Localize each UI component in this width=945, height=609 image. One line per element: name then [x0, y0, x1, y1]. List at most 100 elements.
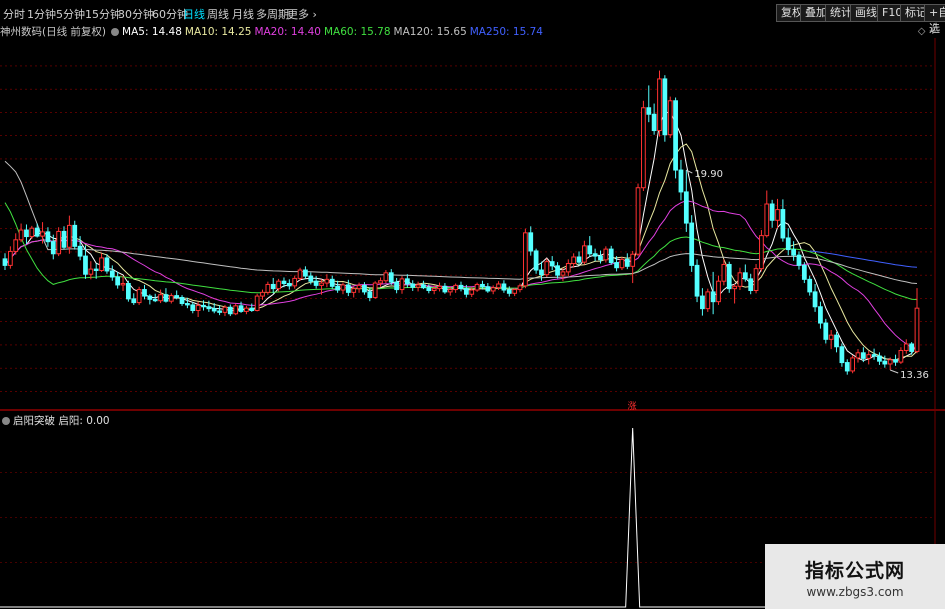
candle-body	[147, 295, 153, 300]
candle-body	[99, 257, 104, 272]
candle-body	[335, 285, 340, 291]
candle-body	[818, 306, 823, 324]
candle-body	[689, 222, 695, 266]
candle-body	[726, 263, 732, 290]
candle-body	[780, 209, 786, 239]
indicator-title: 启阳突破	[13, 415, 55, 427]
candle-body	[657, 78, 662, 132]
candle-body	[367, 291, 373, 298]
candle-body	[415, 284, 421, 288]
candle-body	[276, 280, 281, 290]
candle-body	[388, 272, 394, 283]
candle-body	[909, 343, 915, 352]
candle-body	[571, 256, 577, 265]
candle-body	[168, 295, 174, 302]
candle-body	[77, 245, 83, 257]
candle-body	[598, 255, 603, 261]
candle-body	[158, 294, 163, 302]
candle-body	[887, 359, 893, 365]
candle-body	[839, 346, 845, 364]
candle-body	[721, 263, 727, 282]
indicator-settings-icon[interactable]	[2, 417, 10, 425]
candle-body	[383, 272, 389, 282]
candle-body	[109, 270, 115, 278]
candle-body	[490, 287, 496, 292]
candle-body	[29, 227, 35, 238]
candle-body	[651, 113, 657, 132]
candle-body	[834, 334, 839, 348]
candle-body	[88, 268, 94, 275]
candle-body	[844, 362, 850, 372]
candle-body	[576, 256, 582, 263]
candle-body	[592, 253, 598, 257]
candle-body	[2, 258, 8, 266]
watermark-url: www.zbgs3.com	[806, 585, 904, 599]
candle-body	[18, 229, 24, 241]
candle-body	[662, 78, 668, 136]
candle-body	[217, 310, 222, 313]
candle-body	[142, 289, 147, 297]
candle-body	[163, 294, 169, 302]
candle-body	[732, 285, 737, 290]
candle-body	[673, 100, 678, 171]
candle-body	[431, 288, 437, 291]
candle-body	[506, 289, 512, 294]
indicator-info-bar: 启阳突破 启阳: 0.00	[0, 413, 110, 427]
candle-body	[549, 261, 555, 267]
candle-body	[480, 283, 485, 288]
candle-body	[512, 289, 518, 294]
candle-body	[351, 288, 357, 293]
candle-body	[83, 255, 88, 275]
candle-body	[463, 288, 469, 295]
candle-body	[426, 287, 432, 291]
marker-label: 涨	[628, 401, 637, 412]
candle-body	[759, 235, 764, 270]
candle-body	[297, 269, 303, 279]
candle-body	[694, 264, 700, 297]
candle-body	[174, 295, 180, 298]
candle-body	[399, 278, 405, 291]
candle-body	[539, 269, 544, 276]
candle-body	[608, 248, 614, 264]
candle-body	[769, 203, 775, 221]
candlestick-chart[interactable]: 19.9013.36涨财	[0, 0, 945, 609]
candle-body	[24, 229, 29, 238]
candle-body	[893, 359, 898, 363]
candle-body	[281, 280, 287, 285]
candle-body	[244, 307, 249, 312]
candle-body	[742, 272, 748, 280]
candle-body	[421, 284, 426, 289]
candle-body	[40, 231, 45, 237]
candle-body	[641, 107, 646, 189]
candle-body	[683, 191, 689, 224]
candle-body	[764, 203, 770, 237]
candle-body	[710, 291, 716, 303]
candle-body	[544, 261, 550, 276]
candle-body	[324, 278, 330, 284]
candle-body	[882, 360, 888, 365]
candle-body	[34, 227, 40, 237]
candle-body	[737, 272, 743, 287]
candle-body	[678, 169, 684, 193]
candle-body	[453, 284, 459, 291]
candle-body	[447, 289, 453, 293]
candle-body	[614, 262, 619, 269]
candle-body	[850, 357, 856, 372]
candle-body	[624, 258, 630, 267]
candle-body	[50, 241, 56, 255]
candle-body	[303, 269, 308, 277]
candle-body	[45, 231, 51, 243]
candle-body	[136, 289, 142, 304]
candle-body	[871, 354, 877, 357]
candle-body	[394, 281, 400, 291]
candle-body	[292, 277, 298, 287]
low-label: 13.36	[900, 370, 929, 381]
candle-body	[265, 283, 271, 293]
candle-body	[120, 283, 126, 286]
candle-body	[458, 284, 464, 290]
ma-line-ma5	[4, 111, 918, 362]
candle-body	[260, 291, 265, 297]
candle-body	[801, 264, 807, 280]
candle-body	[372, 282, 378, 298]
candle-body	[646, 107, 652, 115]
